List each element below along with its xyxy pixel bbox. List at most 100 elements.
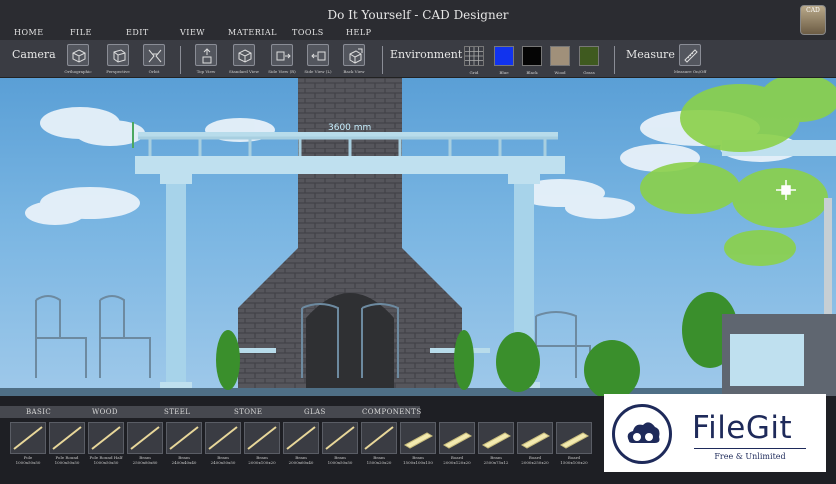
menu-edit[interactable]: EDIT	[126, 26, 149, 40]
3d-viewport[interactable]: 3600 mm	[0, 78, 836, 396]
tab-components[interactable]: COMPONENTS	[362, 406, 422, 418]
grid-swatch[interactable]	[464, 46, 484, 66]
menu-view[interactable]: VIEW	[180, 26, 205, 40]
beam-thumbnail-icon	[244, 422, 280, 454]
beam-thumbnail-icon	[10, 422, 46, 454]
beam-thumbnail-icon	[322, 422, 358, 454]
firebox	[306, 293, 394, 396]
watermark: FileGit Free & Unlimited	[604, 394, 826, 472]
ruler-icon	[679, 44, 701, 66]
column-left	[166, 174, 186, 388]
window-title: Do It Yourself - CAD Designer	[327, 8, 509, 22]
material-item-size: 1000x50x50	[93, 460, 119, 465]
toolbar-divider	[614, 46, 615, 74]
material-item[interactable]: Beam 1500x20x20	[361, 422, 397, 466]
watermark-tagline: Free & Unlimited	[694, 448, 806, 461]
material-item[interactable]: Pole Round Half 1000x50x50	[88, 422, 124, 466]
material-item[interactable]: Board 2000x250x20	[517, 422, 553, 466]
toolbar-divider	[180, 46, 181, 74]
beam-thumbnail-icon	[49, 422, 85, 454]
tab-glas[interactable]: GLAS	[304, 406, 326, 418]
beam-thumbnail-icon	[88, 422, 124, 454]
title-bar: Do It Yourself - CAD Designer	[0, 0, 836, 26]
board-thumbnail-icon	[400, 422, 436, 454]
top-view-button[interactable]: Top View	[192, 44, 220, 74]
beam-thumbnail-icon	[166, 422, 202, 454]
material-item-size: 2000x60x40	[288, 460, 314, 465]
app-logo-text: CAD	[806, 7, 820, 14]
wood-swatch-label: Wood	[554, 70, 566, 75]
back-view-label: Back View	[343, 69, 365, 74]
material-item[interactable]: Beam 2000x100x20	[244, 422, 280, 466]
perspective-cube-icon	[107, 44, 129, 66]
cloud-logo-icon	[612, 404, 672, 464]
side-view-right-button[interactable]: Side View (R)	[268, 44, 296, 74]
measure-toggle-button[interactable]: Measure On/Off	[674, 44, 706, 74]
material-item-size: 2000x250x20	[521, 460, 549, 465]
tab-basic[interactable]: BASIC	[26, 406, 51, 418]
side-view-left-button[interactable]: Side View (L)	[304, 44, 332, 74]
material-item[interactable]: Beam 2500x80x80	[127, 422, 163, 466]
menu-material[interactable]: MATERIAL	[228, 26, 277, 40]
menu-tools[interactable]: TOOLS	[292, 26, 324, 40]
material-item-size: 2400x40x40	[171, 460, 197, 465]
material-item[interactable]: Beam 2400x50x50	[205, 422, 241, 466]
material-item[interactable]: Beam 1500x100x150	[400, 422, 436, 466]
tab-wood[interactable]: WOOD	[92, 406, 118, 418]
material-item-size: 1000x50x50	[54, 460, 80, 465]
material-item[interactable]: Board 1500x100x20	[556, 422, 592, 466]
pergola-main-beam	[135, 156, 565, 174]
material-item[interactable]: Pole 1000x50x50	[10, 422, 46, 466]
material-item-size: 2500x75x12	[483, 460, 509, 465]
watermark-brand: FileGit	[692, 410, 793, 446]
menu-home[interactable]: HOME	[14, 26, 44, 40]
grid-icon	[465, 47, 483, 65]
orthographic-button[interactable]: Orthographic	[64, 44, 92, 74]
measure-group-label: Measure	[626, 48, 675, 61]
material-item[interactable]: Beam 2400x40x40	[166, 422, 202, 466]
tab-stone[interactable]: STONE	[234, 406, 262, 418]
board-thumbnail-icon	[517, 422, 553, 454]
beam-thumbnail-icon	[361, 422, 397, 454]
orbit-button[interactable]: Orbit	[140, 44, 168, 74]
standard-view-button[interactable]: Standard View	[229, 44, 259, 74]
back-view-button[interactable]: Back View	[340, 44, 368, 74]
menu-bar: HOME FILE EDIT VIEW MATERIAL TOOLS HELP	[0, 26, 836, 40]
grid-swatch-label: Grid	[469, 70, 479, 75]
dimension-label: 3600 mm	[328, 123, 371, 133]
menu-help[interactable]: HELP	[346, 26, 372, 40]
side-view-right-icon	[271, 44, 293, 66]
top-view-icon	[195, 44, 217, 66]
material-item-size: 1000x50x50	[15, 460, 41, 465]
app-logo: CAD	[800, 5, 826, 35]
beam-thumbnail-icon	[283, 422, 319, 454]
material-item-size: 2000x100x20	[248, 460, 276, 465]
grass-swatch-label: Grass	[583, 70, 595, 75]
side-view-left-icon	[307, 44, 329, 66]
blue-swatch-label: Blue	[499, 70, 509, 75]
board-thumbnail-icon	[556, 422, 592, 454]
black-swatch[interactable]	[522, 46, 542, 66]
material-item-size: 1000x50x50	[327, 460, 353, 465]
material-item[interactable]: Beam 2500x75x12	[478, 422, 514, 466]
scene-canvas: 3600 mm	[0, 78, 836, 396]
tab-steel[interactable]: STEEL	[164, 406, 190, 418]
perspective-button[interactable]: Perspective	[104, 44, 132, 74]
back-view-icon	[343, 44, 365, 66]
board-thumbnail-icon	[439, 422, 475, 454]
material-item[interactable]: Beam 2000x60x40	[283, 422, 319, 466]
menu-file[interactable]: FILE	[70, 26, 92, 40]
material-item[interactable]: Pole Round 1000x50x50	[49, 422, 85, 466]
environment-group-label: Environment	[390, 48, 463, 61]
app-window: { "window": {"title": "Do It Yourself - …	[0, 0, 836, 484]
blue-swatch[interactable]	[494, 46, 514, 66]
wood-swatch[interactable]	[550, 46, 570, 66]
material-item-size: 1500x100x150	[403, 460, 433, 465]
material-item[interactable]: Board 2000x120x20	[439, 422, 475, 466]
orbit-label: Orbit	[148, 69, 160, 74]
board-thumbnail-icon	[478, 422, 514, 454]
tree-foliage	[640, 78, 836, 266]
material-item-size: 1500x100x20	[560, 460, 588, 465]
grass-swatch[interactable]	[579, 46, 599, 66]
material-item[interactable]: Beam 1000x50x50	[322, 422, 358, 466]
